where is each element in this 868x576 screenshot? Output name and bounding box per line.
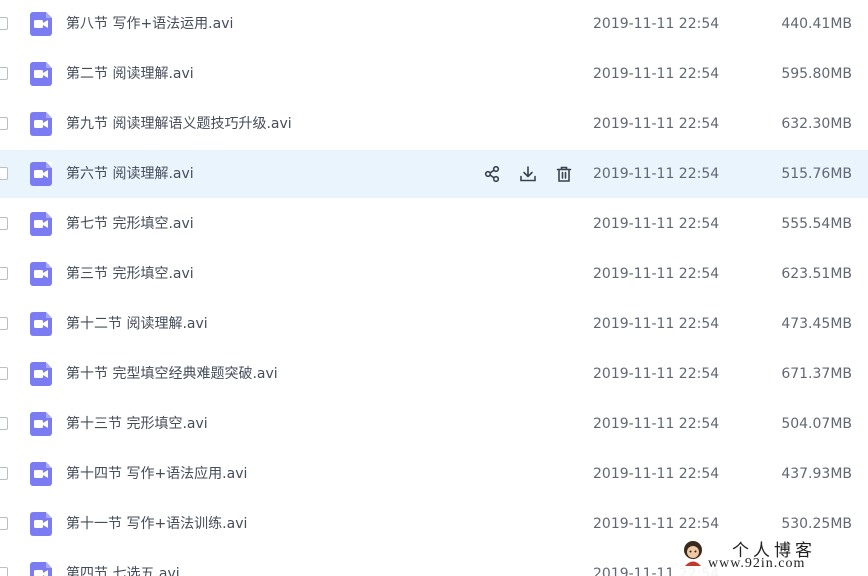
row-checkbox[interactable]: [0, 267, 8, 280]
file-name[interactable]: 第十节 完型填空经典难题突破.avi: [66, 350, 278, 398]
file-row[interactable]: 第十二节 阅读理解.avi 2019-11-11 22:54 473.45MB: [0, 300, 868, 348]
video-file-icon: [30, 412, 52, 436]
avatar-icon: [684, 541, 702, 566]
video-file-icon: [30, 62, 52, 86]
video-file-icon: [30, 312, 52, 336]
file-date: 2019-11-11 22:54: [593, 166, 720, 182]
file-name[interactable]: 第十二节 阅读理解.avi: [66, 300, 208, 348]
file-name[interactable]: 第十四节 写作+语法应用.avi: [66, 450, 247, 498]
file-name[interactable]: 第七节 完形填空.avi: [66, 200, 194, 248]
file-row[interactable]: 第十四节 写作+语法应用.avi 2019-11-11 22:54 437.93MB: [0, 450, 868, 498]
file-row[interactable]: 第十三节 完形填空.avi 2019-11-11 22:54 504.07MB: [0, 400, 868, 448]
trash-icon[interactable]: [554, 164, 574, 184]
video-file-icon: [30, 512, 52, 536]
row-checkbox[interactable]: [0, 467, 8, 480]
file-size: 555.54MB: [781, 216, 852, 232]
file-size: 437.93MB: [781, 466, 852, 482]
file-size: 473.45MB: [781, 316, 852, 332]
file-row[interactable]: 第九节 阅读理解语义题技巧升级.avi 2019-11-11 22:54 632.3…: [0, 100, 868, 148]
file-row[interactable]: 第三节 完形填空.avi 2019-11-11 22:54 623.51MB: [0, 250, 868, 298]
watermark-url: www.92in.com: [708, 556, 806, 571]
row-actions: [482, 164, 574, 184]
file-row[interactable]: 第二节 阅读理解.avi 2019-11-11 22:54 595.80MB: [0, 50, 868, 98]
watermark: 个人博客 www.92in.com: [676, 534, 868, 576]
video-file-icon: [30, 262, 52, 286]
file-date: 2019-11-11 22:54: [593, 466, 720, 482]
file-date: 2019-11-11 22:54: [593, 16, 720, 32]
file-date: 2019-11-11 22:54: [593, 316, 720, 332]
file-list: 第八节 写作+语法运用.avi 2019-11-11 22:54 440.41MB 第…: [0, 0, 868, 576]
row-checkbox[interactable]: [0, 117, 8, 130]
file-size: 504.07MB: [781, 416, 852, 432]
file-name[interactable]: 第四节 七选五.avi: [66, 550, 180, 576]
file-name[interactable]: 第三节 完形填空.avi: [66, 250, 194, 298]
file-name[interactable]: 第十一节 写作+语法训练.avi: [66, 500, 247, 548]
row-checkbox[interactable]: [0, 17, 8, 30]
row-checkbox[interactable]: [0, 67, 8, 80]
video-file-icon: [30, 562, 52, 576]
file-row[interactable]: 第八节 写作+语法运用.avi 2019-11-11 22:54 440.41MB: [0, 0, 868, 48]
video-file-icon: [30, 162, 52, 186]
file-name[interactable]: 第八节 写作+语法运用.avi: [66, 0, 233, 48]
share-icon[interactable]: [482, 164, 502, 184]
file-row[interactable]: 第十节 完型填空经典难题突破.avi 2019-11-11 22:54 671.37…: [0, 350, 868, 398]
file-name[interactable]: 第二节 阅读理解.avi: [66, 50, 194, 98]
file-name[interactable]: 第九节 阅读理解语义题技巧升级.avi: [66, 100, 292, 148]
file-date: 2019-11-11 22:54: [593, 116, 720, 132]
file-date: 2019-11-11 22:54: [593, 416, 720, 432]
file-date: 2019-11-11 22:54: [593, 216, 720, 232]
file-name[interactable]: 第六节 阅读理解.avi: [66, 150, 194, 198]
file-row[interactable]: 第七节 完形填空.avi 2019-11-11 22:54 555.54MB: [0, 200, 868, 248]
video-file-icon: [30, 462, 52, 486]
row-checkbox[interactable]: [0, 317, 8, 330]
file-size: 440.41MB: [781, 16, 852, 32]
row-checkbox[interactable]: [0, 367, 8, 380]
file-size: 623.51MB: [781, 266, 852, 282]
video-file-icon: [30, 212, 52, 236]
file-date: 2019-11-11 22:54: [593, 66, 720, 82]
file-size: 515.76MB: [781, 166, 852, 182]
video-file-icon: [30, 112, 52, 136]
video-file-icon: [30, 12, 52, 36]
file-row[interactable]: 第六节 阅读理解.avi 2019-11-11 22:54 515.76MB: [0, 150, 868, 198]
video-file-icon: [30, 362, 52, 386]
file-size: 632.30MB: [781, 116, 852, 132]
file-date: 2019-11-11 22:54: [593, 266, 720, 282]
row-checkbox[interactable]: [0, 167, 8, 180]
download-icon[interactable]: [518, 164, 538, 184]
file-size: 671.37MB: [781, 366, 852, 382]
row-checkbox[interactable]: [0, 417, 8, 430]
file-date: 2019-11-11 22:54: [593, 366, 720, 382]
row-checkbox[interactable]: [0, 567, 8, 576]
row-checkbox[interactable]: [0, 217, 8, 230]
file-size: 595.80MB: [781, 66, 852, 82]
row-checkbox[interactable]: [0, 517, 8, 530]
file-name[interactable]: 第十三节 完形填空.avi: [66, 400, 208, 448]
